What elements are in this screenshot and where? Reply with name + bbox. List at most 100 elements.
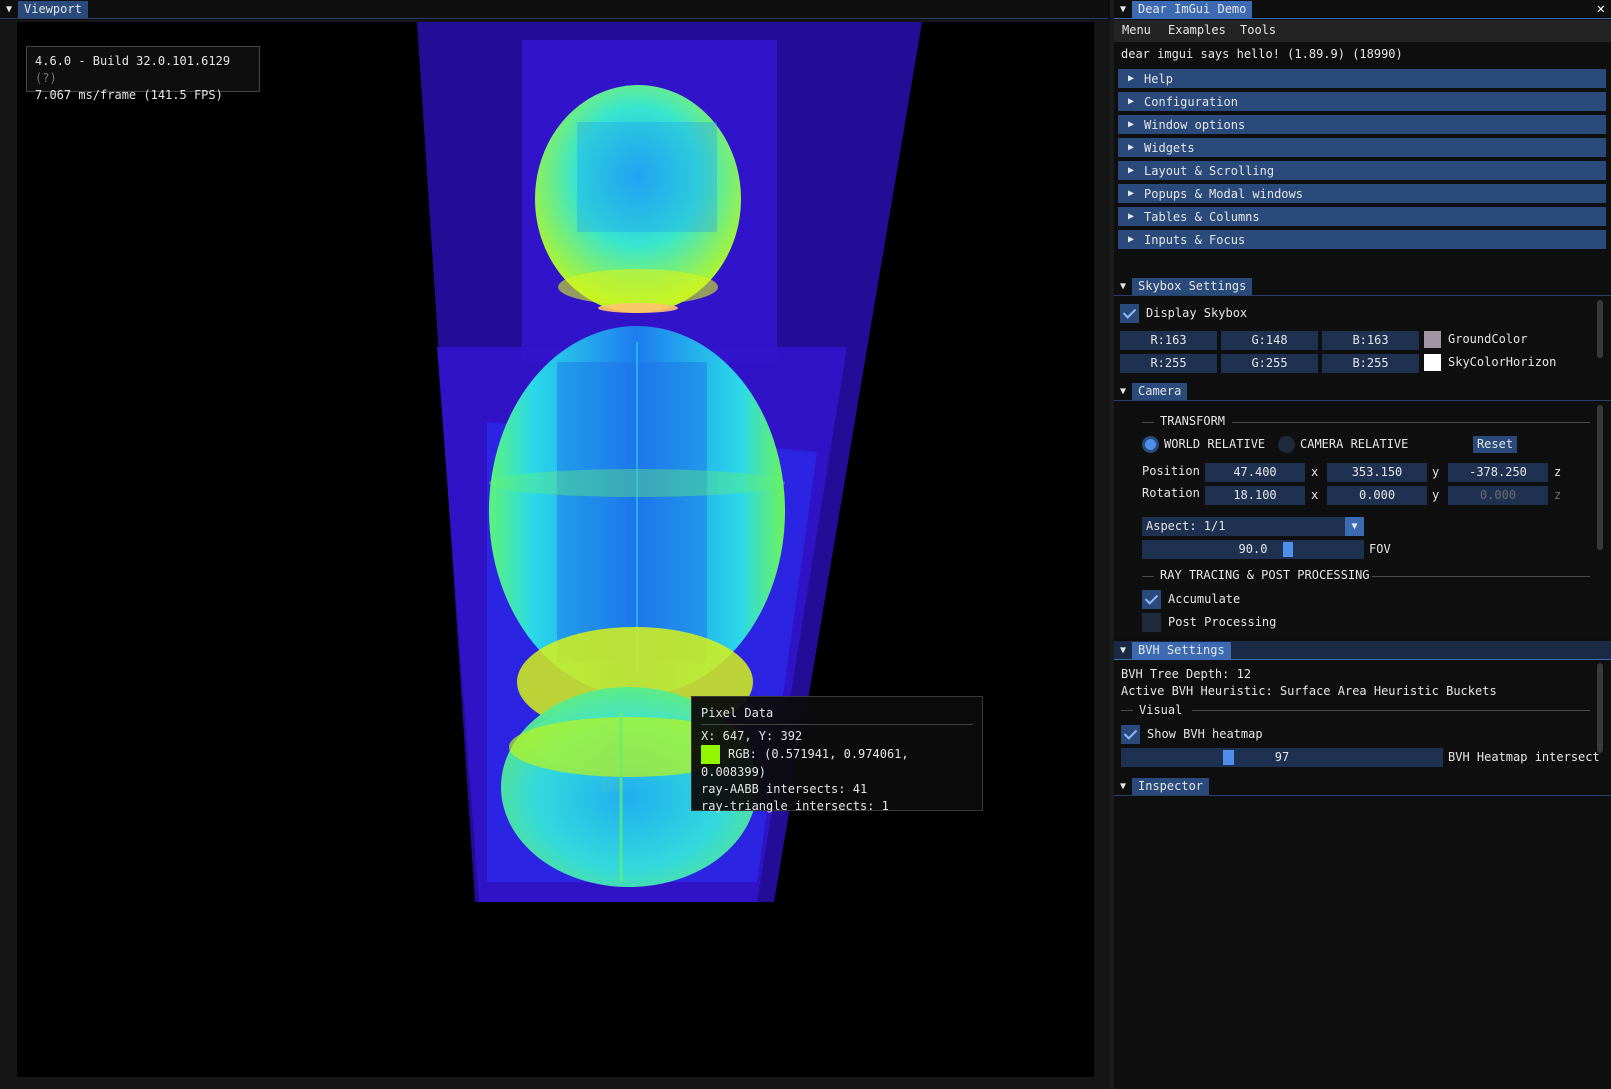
menu-item-tools[interactable]: Tools (1240, 23, 1276, 37)
collapse-icon[interactable]: ▼ (1114, 281, 1132, 292)
display-skybox-row[interactable]: Display Skybox (1120, 304, 1247, 323)
post-processing-row[interactable]: Post Processing (1142, 613, 1276, 632)
demo-titlebar[interactable]: ▼ Dear ImGui Demo ✕ (1114, 0, 1611, 19)
bvh-tab[interactable]: BVH Settings (1132, 641, 1231, 659)
expand-icon: ▶ (1128, 119, 1135, 130)
sky-r-field[interactable]: R:255 (1120, 354, 1217, 373)
skybox-tab[interactable]: Skybox Settings (1132, 277, 1253, 295)
heatmap-slider-value: 97 (1274, 750, 1290, 764)
visual-separator (1192, 710, 1590, 711)
tooltip-title: Pixel Data (701, 706, 774, 720)
viewport-titlebar[interactable]: ▼ Viewport (0, 0, 1108, 19)
render-view[interactable] (17, 22, 1094, 1077)
rotation-x-field[interactable]: 18.100 (1205, 486, 1305, 505)
post-processing-checkbox[interactable] (1142, 613, 1161, 632)
rotation-y-field[interactable]: 0.000 (1327, 486, 1427, 505)
ground-g-field[interactable]: G:148 (1221, 331, 1318, 350)
section-popups-modal[interactable]: ▶ Popups & Modal windows (1118, 184, 1606, 203)
inspector-window (1114, 777, 1611, 1089)
fov-slider[interactable]: 90.0 (1142, 540, 1364, 559)
heatmap-slider[interactable]: 97 (1121, 748, 1443, 767)
collapse-icon[interactable]: ▼ (1114, 386, 1132, 397)
skybox-scrollbar[interactable] (1597, 300, 1603, 358)
visual-separator-left (1121, 710, 1133, 711)
sky-g-field[interactable]: G:255 (1221, 354, 1318, 373)
reset-button[interactable]: Reset (1473, 436, 1517, 453)
section-label: Configuration (1144, 94, 1238, 109)
demo-tab[interactable]: Dear ImGui Demo (1132, 0, 1253, 18)
fov-value: 90.0 (1238, 542, 1268, 556)
bvh-scrollbar[interactable] (1597, 663, 1603, 753)
ground-b-field[interactable]: B:163 (1322, 331, 1419, 350)
expand-icon: ▶ (1128, 96, 1135, 107)
heatmap-slider-label: BVH Heatmap intersect (1448, 750, 1600, 764)
section-configuration[interactable]: ▶ Configuration (1118, 92, 1606, 111)
fps-overlay: 4.6.0 - Build 32.0.101.6129 (?) 7.067 ms… (26, 46, 260, 102)
aabb-intersects: ray-AABB intersects: 41 (701, 782, 868, 796)
tooltip-separator (701, 724, 973, 725)
expand-icon: ▶ (1128, 142, 1135, 153)
show-heatmap-row[interactable]: Show BVH heatmap (1121, 725, 1263, 744)
world-relative-radio[interactable]: WORLD RELATIVE (1142, 436, 1265, 453)
ground-r-field[interactable]: R:163 (1120, 331, 1217, 350)
section-inputs-focus[interactable]: ▶ Inputs & Focus (1118, 230, 1606, 249)
expand-icon: ▶ (1128, 188, 1135, 199)
ray-separator (1372, 576, 1590, 577)
heatmap-slider-grab[interactable] (1223, 750, 1234, 765)
fov-slider-grab[interactable] (1283, 542, 1293, 557)
section-label: Help (1144, 71, 1173, 86)
sky-b-field[interactable]: B:255 (1322, 354, 1419, 373)
expand-icon: ▶ (1128, 165, 1135, 176)
accumulate-checkbox[interactable] (1142, 590, 1161, 609)
ground-color-label: GroundColor (1448, 332, 1528, 346)
position-y-field[interactable]: 353.150 (1327, 463, 1427, 482)
menu-item-menu[interactable]: Menu (1122, 23, 1151, 37)
sky-color-swatch[interactable] (1424, 354, 1441, 371)
section-help[interactable]: ▶ Help (1118, 69, 1606, 88)
aspect-dropdown[interactable]: Aspect: 1/1 (1142, 517, 1364, 536)
axis-y-label: y (1432, 465, 1440, 479)
accumulate-row[interactable]: Accumulate (1142, 590, 1240, 609)
skybox-titlebar[interactable]: ▼ Skybox Settings (1114, 277, 1611, 296)
collapse-icon[interactable]: ▼ (1114, 4, 1132, 15)
axis-z-label: z (1554, 488, 1562, 502)
aspect-value: Aspect: 1/1 (1146, 519, 1226, 533)
frame-time-text: 7.067 ms/frame (141.5 FPS) (35, 88, 223, 102)
section-tables-columns[interactable]: ▶ Tables & Columns (1118, 207, 1606, 226)
section-layout-scrolling[interactable]: ▶ Layout & Scrolling (1118, 161, 1606, 180)
viewport-tab[interactable]: Viewport (18, 0, 88, 18)
version-text: 4.6.0 - Build 32.0.101.6129 (35, 54, 231, 68)
rotation-z-field: 0.000 (1448, 486, 1548, 505)
bvh-titlebar[interactable]: ▼ BVH Settings (1114, 641, 1611, 660)
ground-color-swatch[interactable] (1424, 331, 1441, 348)
camera-scrollbar[interactable] (1597, 405, 1603, 550)
bvh-heatmap-render (417, 22, 922, 902)
world-relative-label: WORLD RELATIVE (1164, 437, 1266, 451)
section-label: Window options (1144, 117, 1246, 132)
help-marker[interactable]: (?) (35, 71, 57, 85)
sky-color-label: SkyColorHorizon (1448, 355, 1557, 369)
section-widgets[interactable]: ▶ Widgets (1118, 138, 1606, 157)
camera-tab[interactable]: Camera (1132, 382, 1188, 400)
display-skybox-checkbox[interactable] (1120, 304, 1139, 323)
section-window-options[interactable]: ▶ Window options (1118, 115, 1606, 134)
fov-label: FOV (1369, 542, 1391, 556)
ray-tracing-label: RAY TRACING & POST PROCESSING (1160, 568, 1370, 582)
collapse-icon[interactable]: ▼ (1114, 645, 1132, 656)
inspector-titlebar[interactable]: ▼ Inspector (1114, 777, 1611, 796)
pixel-color-swatch (701, 745, 720, 764)
collapse-icon[interactable]: ▼ (1114, 781, 1132, 792)
camera-titlebar[interactable]: ▼ Camera (1114, 382, 1611, 401)
camera-relative-radio[interactable]: CAMERA RELATIVE (1278, 436, 1408, 453)
chevron-down-icon[interactable]: ▼ (1345, 517, 1364, 536)
collapse-icon[interactable]: ▼ (0, 4, 18, 15)
ray-separator-left (1142, 576, 1154, 577)
close-icon[interactable]: ✕ (1597, 0, 1605, 19)
show-heatmap-label: Show BVH heatmap (1147, 727, 1263, 741)
axis-y-label: y (1432, 488, 1440, 502)
show-heatmap-checkbox[interactable] (1121, 725, 1140, 744)
position-x-field[interactable]: 47.400 (1205, 463, 1305, 482)
menu-item-examples[interactable]: Examples (1168, 23, 1226, 37)
inspector-tab[interactable]: Inspector (1132, 777, 1210, 795)
position-z-field[interactable]: -378.250 (1448, 463, 1548, 482)
